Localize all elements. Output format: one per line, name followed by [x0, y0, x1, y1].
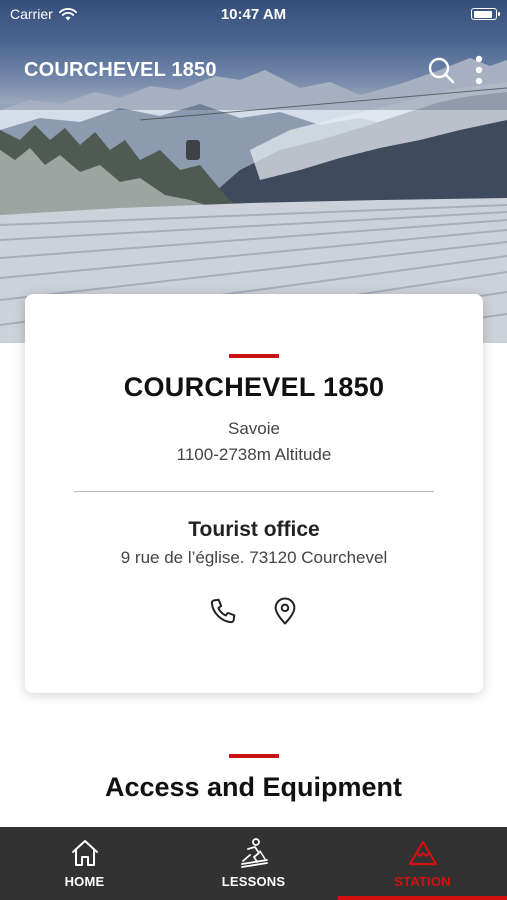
app-bar: COURCHEVEL 1850 [0, 48, 507, 92]
status-carrier-group: Carrier [10, 6, 77, 22]
resort-info-card: COURCHEVEL 1850 Savoie 1100-2738m Altitu… [25, 294, 483, 693]
app-title: COURCHEVEL 1850 [24, 58, 217, 81]
nav-station-label: STATION [394, 874, 451, 889]
section-title: Access and Equipment [104, 772, 403, 802]
more-options-button[interactable] [475, 55, 483, 85]
search-button[interactable] [427, 56, 455, 84]
bottom-nav: HOME LESSONS STATION [0, 827, 507, 900]
location-pin-icon [274, 597, 296, 625]
home-icon [71, 840, 98, 866]
resort-altitude: 1100-2738m Altitude [176, 445, 332, 464]
nav-home-label: HOME [64, 874, 105, 889]
skier-icon [240, 838, 268, 868]
search-icon [428, 57, 455, 84]
app-actions [427, 55, 483, 85]
nav-lessons-label: LESSONS [221, 874, 286, 889]
more-vertical-icon [475, 55, 483, 85]
tourist-office-address: 9 rue de l’église. 73120 Courchevel [120, 548, 388, 567]
map-location-button[interactable] [270, 596, 300, 626]
accent-bar [229, 354, 279, 358]
resort-region: Savoie [228, 419, 280, 438]
call-button[interactable] [208, 596, 238, 626]
section-accent-bar [228, 754, 279, 758]
phone-icon [210, 598, 236, 624]
resort-name: COURCHEVEL 1850 [123, 372, 385, 402]
tourist-office-title: Tourist office [188, 518, 320, 541]
status-bar: Carrier 10:47 AM [0, 0, 507, 28]
card-actions [25, 596, 483, 626]
nav-home[interactable]: HOME [0, 827, 169, 900]
battery-icon [471, 8, 500, 20]
wifi-icon [58, 7, 77, 20]
divider [74, 491, 434, 492]
nav-lessons[interactable]: LESSONS [169, 827, 338, 900]
access-equipment-section: Access and Equipment [0, 754, 507, 803]
nav-station[interactable]: STATION [338, 827, 507, 900]
mountain-icon [408, 840, 437, 866]
carrier-label: Carrier [10, 6, 53, 22]
